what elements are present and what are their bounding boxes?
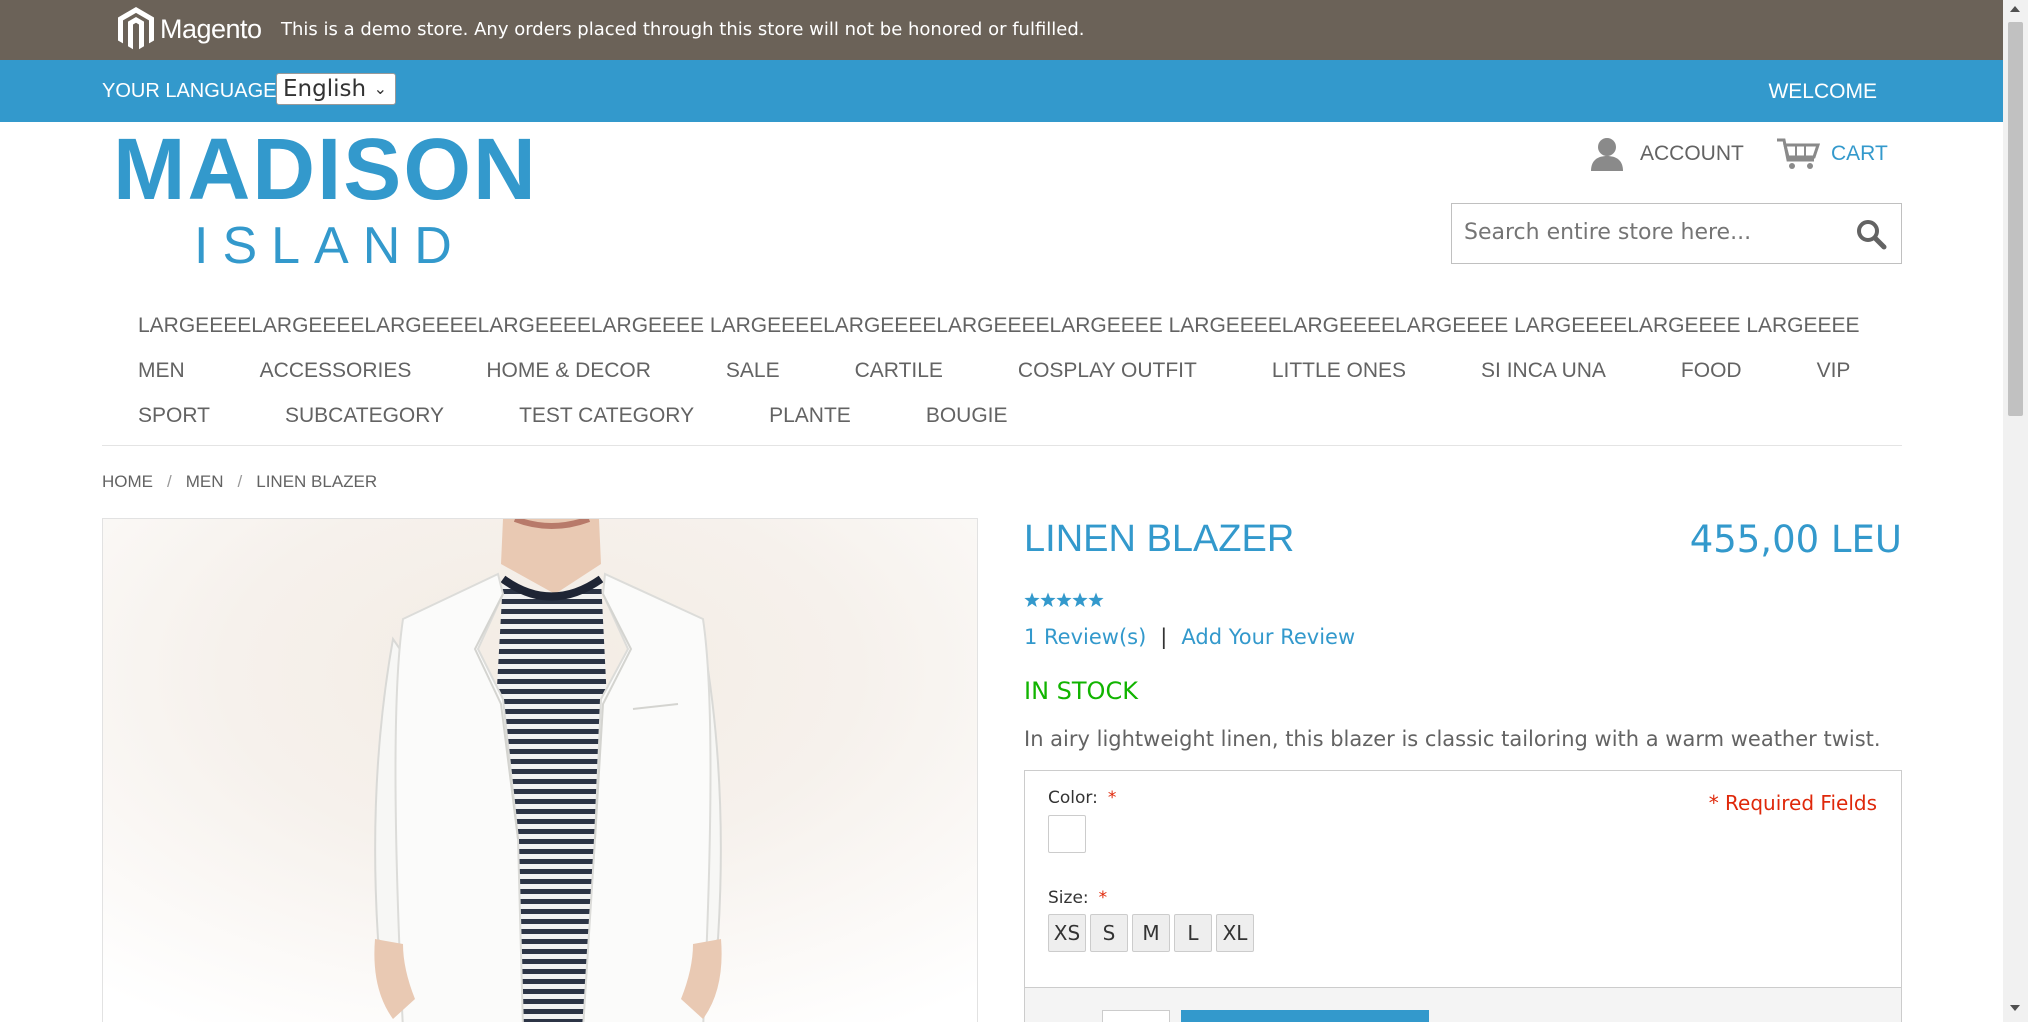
product-options: Color: * * Required Fields Size: * XS S M … (1024, 770, 1902, 1022)
product-image[interactable] (102, 518, 978, 1022)
search-icon[interactable] (1855, 218, 1887, 250)
cart-icon (1777, 138, 1820, 169)
welcome-message: WELCOME (1768, 80, 1877, 103)
logo-line-madison: MADISON (113, 121, 538, 218)
size-swatch-s[interactable]: S (1090, 914, 1128, 952)
scroll-up-arrow-icon[interactable] (2010, 6, 2020, 12)
star-icon (1040, 592, 1056, 607)
nav-item-si-inca-una[interactable]: SI INCA UNA (1481, 359, 1606, 383)
breadcrumb-current: LINEN BLAZER (256, 472, 378, 491)
nav-divider (102, 445, 1902, 446)
magento-wordmark: Magento (160, 13, 262, 44)
reviews-link[interactable]: 1 Review(s) (1024, 625, 1146, 649)
product-description: In airy lightweight linen, this blazer i… (1024, 727, 1881, 751)
search-box (1451, 203, 1902, 264)
nav-item-home-decor[interactable]: HOME & DECOR (486, 359, 651, 383)
add-to-cart-button[interactable] (1181, 1010, 1429, 1022)
nav-row-1: MEN ACCESSORIES HOME & DECOR SALE CARTIL… (138, 359, 1925, 383)
color-swatch[interactable] (1048, 815, 1086, 853)
add-review-link[interactable]: Add Your Review (1181, 625, 1355, 649)
size-swatch-l[interactable]: L (1174, 914, 1212, 952)
language-bar: YOUR LANGUAGE: English ⌄ WELCOME (0, 60, 2003, 122)
nav-item-vip[interactable]: VIP (1817, 359, 1851, 383)
product-price: 455,00 LEU (1689, 518, 1902, 561)
color-label-text: Color: (1048, 788, 1098, 808)
required-fields-note: * Required Fields (1708, 791, 1877, 815)
nav-item-bougie[interactable]: BOUGIE (926, 404, 1008, 428)
chevron-down-icon: ⌄ (373, 79, 387, 98)
quantity-input[interactable] (1102, 1010, 1170, 1022)
nav-item-plante[interactable]: PLANTE (769, 404, 851, 428)
nav-item-test-category[interactable]: TEST CATEGORY (519, 404, 694, 428)
stock-status: IN STOCK (1024, 677, 1138, 705)
search-input[interactable] (1464, 220, 1844, 245)
language-select-value: English (283, 76, 367, 102)
size-swatch-xs[interactable]: XS (1048, 914, 1086, 952)
cart-label: CART (1831, 142, 1888, 165)
account-label: ACCOUNT (1640, 142, 1744, 165)
star-icon (1088, 592, 1104, 607)
nav-item-cartile[interactable]: CARTILE (855, 359, 943, 383)
nav-item-sport[interactable]: SPORT (138, 404, 210, 428)
reviews-row: 1 Review(s) | Add Your Review (1024, 625, 1355, 649)
product-photo-linen-blazer (103, 519, 977, 1022)
star-icon (1056, 592, 1072, 607)
scroll-down-arrow-icon[interactable] (2010, 1005, 2020, 1011)
account-icon (1591, 138, 1623, 171)
demo-notice-text: This is a demo store. Any orders placed … (281, 19, 1085, 40)
reviews-separator: | (1160, 625, 1168, 649)
account-link[interactable]: ACCOUNT (1588, 136, 1744, 172)
nav-item-accessories[interactable]: ACCESSORIES (260, 359, 412, 383)
breadcrumb-home[interactable]: HOME (102, 472, 153, 492)
demo-notice-bar: Magento This is a demo store. Any orders… (0, 0, 2003, 60)
nav-item-sale[interactable]: SALE (726, 359, 780, 383)
nav-item-men[interactable]: MEN (138, 359, 185, 383)
star-icon (1024, 592, 1040, 607)
size-swatches: XS S M L XL (1048, 914, 1258, 952)
nav-row-2: SPORT SUBCATEGORY TEST CATEGORY PLANTE B… (138, 404, 1083, 428)
product-name: LINEN BLAZER (1024, 518, 1295, 560)
color-label: Color: * (1048, 788, 1116, 808)
nav-item-largeeee[interactable]: LARGEEEELARGEEEELARGEEEELARGEEEELARGEEEE… (138, 314, 1860, 338)
required-star: * (1098, 888, 1108, 908)
rating-stars (1024, 592, 1104, 608)
breadcrumb-separator: / (167, 472, 172, 491)
size-swatch-xl[interactable]: XL (1216, 914, 1254, 952)
breadcrumb: HOME / MEN / LINEN BLAZER (102, 472, 377, 492)
page-scrollbar[interactable] (2003, 0, 2028, 1022)
size-label: Size: * (1048, 888, 1107, 908)
breadcrumb-men[interactable]: MEN (186, 472, 224, 492)
logo-line-island: ISLAND (194, 217, 466, 275)
language-select[interactable]: English ⌄ (276, 73, 396, 105)
nav-item-subcategory[interactable]: SUBCATEGORY (285, 404, 444, 428)
breadcrumb-separator: / (237, 472, 243, 491)
language-label: YOUR LANGUAGE: (102, 80, 283, 102)
magento-logo: Magento (116, 6, 262, 52)
scrollbar-thumb[interactable] (2008, 22, 2023, 416)
size-label-text: Size: (1048, 888, 1089, 908)
add-to-cart-area (1025, 987, 1901, 1022)
nav-item-food[interactable]: FOOD (1681, 359, 1742, 383)
nav-item-little-ones[interactable]: LITTLE ONES (1272, 359, 1406, 383)
store-logo[interactable]: MADISON ISLAND (113, 121, 538, 276)
size-swatch-m[interactable]: M (1132, 914, 1170, 952)
magento-hex-icon (118, 7, 154, 50)
star-icon (1072, 592, 1088, 607)
required-star: * (1107, 788, 1117, 808)
cart-link[interactable]: CART (1776, 136, 1888, 172)
nav-item-cosplay-outfit[interactable]: COSPLAY OUTFIT (1018, 359, 1197, 383)
